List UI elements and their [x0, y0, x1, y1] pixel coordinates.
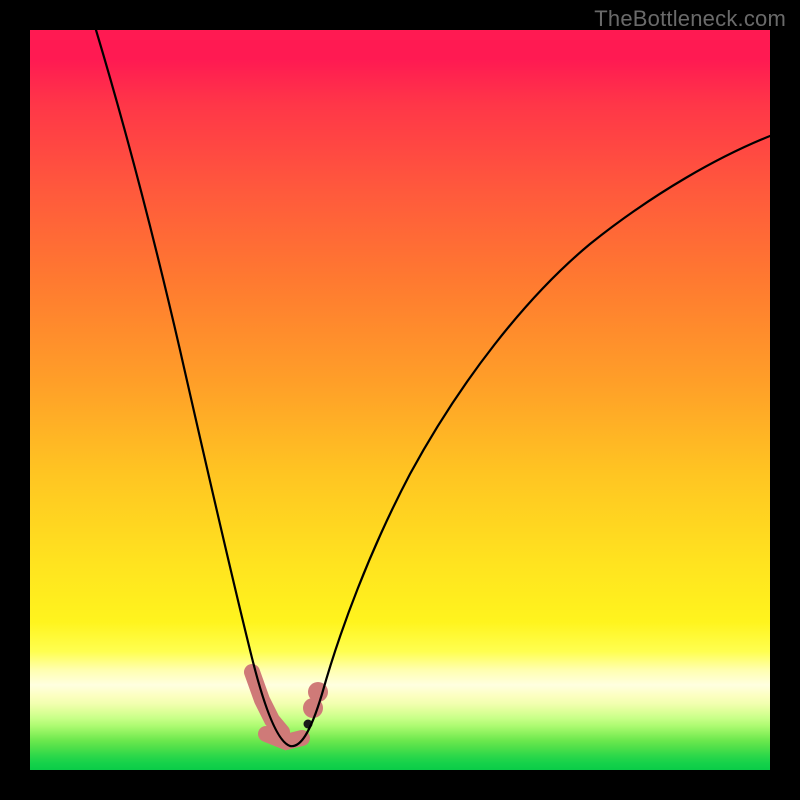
bottleneck-curve — [96, 30, 770, 746]
optimal-valley-highlight — [252, 672, 328, 742]
watermark-text: TheBottleneck.com — [594, 6, 786, 32]
chart-frame — [30, 30, 770, 770]
valley-stroke-left — [252, 672, 282, 732]
chart-svg — [30, 30, 770, 770]
